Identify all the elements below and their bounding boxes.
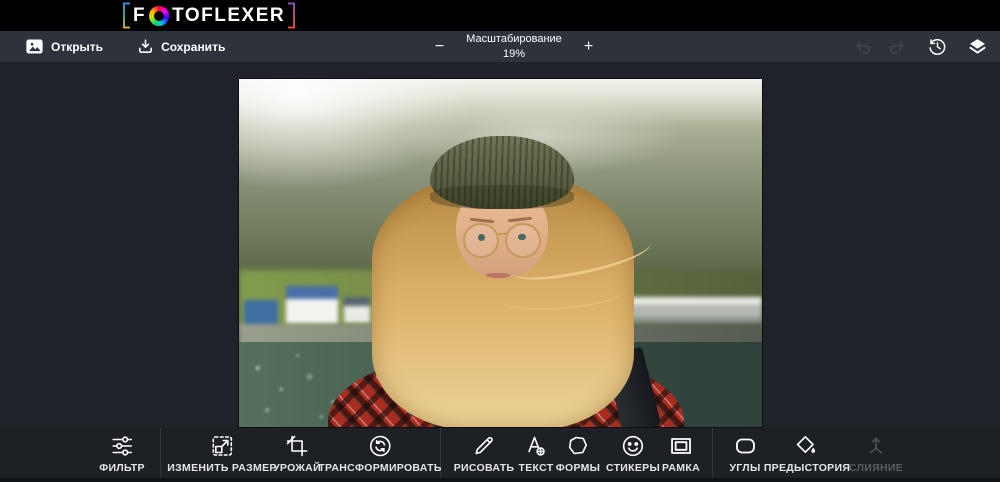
text-icon (524, 433, 548, 459)
layers-button[interactable] (964, 34, 990, 60)
save-label: Сохранить (161, 39, 226, 54)
tool-corners[interactable]: УГЛЫ (729, 433, 760, 474)
logo-color-wheel-icon (149, 5, 170, 26)
frame-icon (669, 433, 693, 459)
layers-icon (969, 39, 985, 54)
background-icon (795, 433, 819, 459)
zoom-readout: Масштабирование 19% (466, 32, 562, 61)
tool-label: ТЕКСТ (518, 462, 554, 474)
resize-icon (210, 433, 234, 459)
photo-glasses-bridge (497, 232, 508, 235)
tool-label: УРОЖАЙ (273, 462, 321, 474)
save-button[interactable]: Сохранить (137, 38, 225, 55)
photo-white-house (286, 286, 339, 325)
history-icon (928, 39, 945, 55)
main-toolbar: Открыть Сохранить − Масштабирование 19% … (0, 31, 1000, 62)
tool-label: ТРАНСФОРМИРОВАТЬ (318, 462, 442, 474)
logo-text-suffix: TOFLEXER (172, 5, 286, 26)
tool-label: ФОРМЫ (555, 462, 601, 474)
top-banner: F TOFLEXER (0, 0, 1000, 31)
shapes-icon (566, 433, 590, 459)
undo-button[interactable] (850, 34, 876, 60)
tool-filter[interactable]: ФИЛЬТР (99, 433, 145, 474)
tool-label: УГЛЫ (729, 462, 761, 474)
zoom-in-button[interactable]: + (584, 31, 593, 62)
filter-icon (110, 433, 134, 459)
stickers-icon (621, 433, 645, 459)
tool-crop[interactable]: УРОЖАЙ (273, 433, 321, 474)
toolbar-separator (160, 428, 161, 478)
open-image-icon (25, 38, 44, 55)
tool-label: СТИКЕРЫ (605, 462, 661, 474)
logo-bracket-right-icon (288, 2, 296, 29)
draw-icon (472, 433, 496, 459)
tool-text[interactable]: ТЕКСТ (519, 433, 554, 474)
history-button[interactable] (924, 34, 950, 60)
app-logo: F TOFLEXER (122, 2, 296, 29)
tool-merge[interactable]: СЛИЯНИЕ (849, 433, 903, 474)
bottom-toolbar: ФИЛЬТР ИЗМЕНИТЬ РАЗМЕР УРОЖАЙ ТРАНСФОРМИ… (0, 428, 1000, 478)
tool-label: ПРЕДЫСТОРИЯ (763, 462, 851, 474)
toolbar-separator (712, 428, 713, 478)
tool-transform[interactable]: ТРАНСФОРМИРОВАТЬ (318, 433, 441, 474)
photo-beanie (429, 136, 574, 210)
redo-button[interactable] (884, 34, 910, 60)
tool-background[interactable]: ПРЕДЫСТОРИЯ (764, 433, 850, 474)
photo-canvas[interactable] (238, 78, 763, 428)
crop-icon (285, 433, 309, 459)
undo-icon (856, 41, 871, 54)
tool-resize[interactable]: ИЗМЕНИТЬ РАЗМЕР (167, 433, 276, 474)
canvas-area (0, 62, 1000, 428)
tool-label: РАМКА (662, 462, 700, 474)
tool-label: РИСОВАТЬ (453, 462, 515, 474)
tool-stickers[interactable]: СТИКЕРЫ (606, 433, 660, 474)
tool-label: СЛИЯНИЕ (848, 462, 904, 474)
redo-icon (889, 41, 904, 54)
tool-label: ИЗМЕНИТЬ РАЗМЕР (167, 462, 277, 474)
transform-icon (368, 433, 392, 459)
zoom-out-button[interactable]: − (435, 31, 444, 62)
tool-frame[interactable]: РАМКА (662, 433, 700, 474)
tool-draw[interactable]: РИСОВАТЬ (454, 433, 515, 474)
open-label: Открыть (51, 39, 104, 54)
photo-small-house (343, 296, 370, 323)
logo-bracket-left-icon (123, 2, 130, 29)
tool-label: ФИЛЬТР (99, 462, 145, 474)
zoom-label: Масштабирование (466, 33, 562, 46)
merge-icon (864, 433, 888, 459)
logo-text-prefix: F (133, 5, 147, 26)
window-bottom-edge (0, 478, 1000, 482)
download-icon (137, 38, 154, 55)
zoom-value: 19% (502, 47, 526, 60)
open-button[interactable]: Открыть (25, 38, 103, 55)
zoom-control: − Масштабирование 19% + (435, 31, 593, 62)
tool-shapes[interactable]: ФОРМЫ (556, 433, 601, 474)
corners-icon (733, 433, 757, 459)
